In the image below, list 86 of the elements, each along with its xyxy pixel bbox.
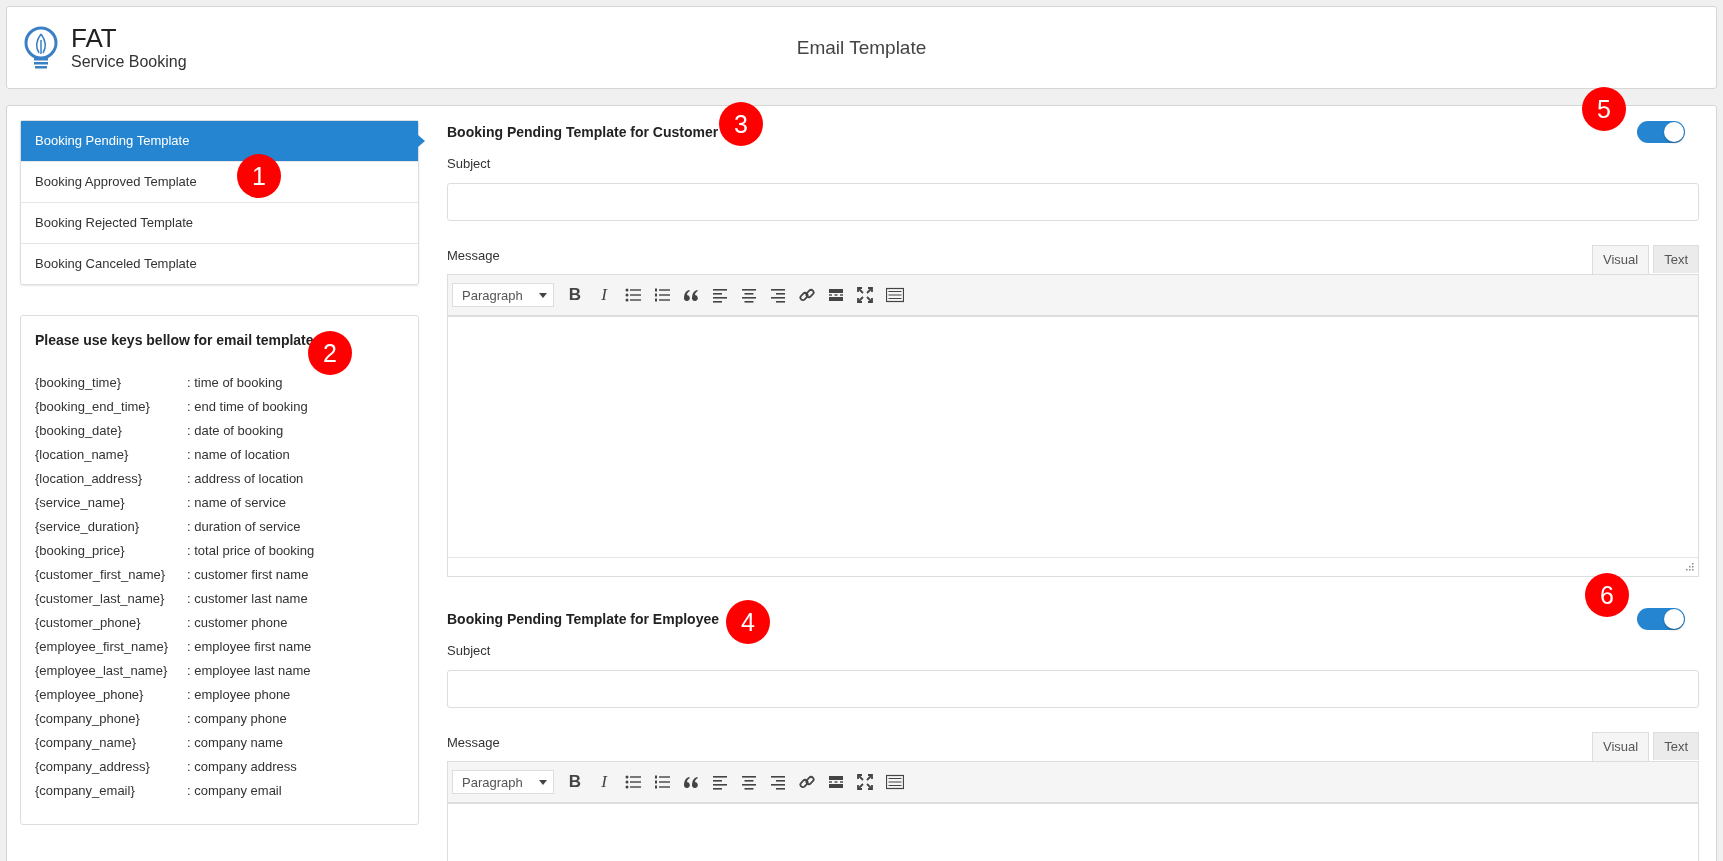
key-description: : name of service: [187, 494, 286, 510]
bullet-list-icon[interactable]: [625, 287, 641, 303]
read-more-icon[interactable]: [828, 774, 844, 790]
template-key: {customer_last_name}: [35, 590, 187, 606]
align-left-icon[interactable]: [712, 774, 728, 790]
key-description: : company phone: [187, 710, 287, 726]
template-key: {company_address}: [35, 758, 187, 774]
template-key: {customer_phone}: [35, 614, 187, 630]
bold-button[interactable]: B: [567, 774, 583, 790]
fullscreen-icon[interactable]: [857, 287, 873, 303]
template-key: {company_name}: [35, 734, 187, 750]
key-description: : duration of service: [187, 518, 301, 534]
template-key: {customer_first_name}: [35, 566, 187, 582]
keyboard-icon[interactable]: [886, 287, 904, 303]
format-dropdown[interactable]: Paragraph: [452, 283, 554, 307]
key-description: : customer first name: [187, 566, 309, 582]
template-key: {location_address}: [35, 470, 187, 486]
template-key: {booking_end_time}: [35, 398, 187, 414]
format-dropdown[interactable]: Paragraph: [452, 770, 554, 794]
numbered-list-icon[interactable]: [654, 774, 670, 790]
template-key: {booking_date}: [35, 422, 187, 438]
key-description: : company email: [187, 782, 282, 798]
template-key: {booking_time}: [35, 374, 187, 390]
key-description: : name of location: [187, 446, 290, 462]
align-right-icon[interactable]: [770, 774, 786, 790]
key-description: : company address: [187, 758, 297, 774]
template-key: {location_name}: [35, 446, 187, 462]
selection-pointer-icon: [418, 135, 425, 147]
italic-button[interactable]: I: [596, 774, 612, 790]
align-center-icon[interactable]: [741, 774, 757, 790]
quote-icon[interactable]: [683, 287, 699, 303]
key-description: : total price of booking: [187, 542, 315, 558]
key-description: : employee last name: [187, 662, 311, 678]
caret-icon: [539, 779, 547, 785]
resize-grip-icon[interactable]: [1686, 563, 1694, 571]
editor-tab[interactable]: Text: [1653, 245, 1699, 273]
key-description: : date of booking: [187, 422, 284, 438]
numbered-list-icon[interactable]: [654, 287, 670, 303]
align-left-icon[interactable]: [712, 287, 728, 303]
key-description: : address of location: [187, 470, 304, 486]
logo-subtitle: Service Booking: [71, 51, 187, 72]
key-description: : end time of booking: [187, 398, 308, 414]
key-description: : employee first name: [187, 638, 312, 654]
section-title: Booking Pending Template for Employee: [447, 611, 719, 627]
fullscreen-icon[interactable]: [857, 774, 873, 790]
editor-tab[interactable]: Text: [1653, 732, 1699, 760]
template-key: {service_duration}: [35, 518, 187, 534]
template-key: {company_email}: [35, 782, 187, 798]
template-menu-item[interactable]: Booking Rejected Template: [21, 202, 418, 243]
key-description: : customer phone: [187, 614, 288, 630]
template-key: {company_phone}: [35, 710, 187, 726]
template-menu-item[interactable]: Booking Canceled Template: [21, 243, 418, 284]
key-description: : company name: [187, 734, 284, 750]
message-label: Message: [447, 247, 500, 265]
subject-input-field[interactable]: [447, 670, 1699, 708]
bullet-list-icon[interactable]: [625, 774, 641, 790]
bold-button[interactable]: B: [567, 287, 583, 303]
italic-button[interactable]: I: [596, 287, 612, 303]
editor-tab[interactable]: Visual: [1591, 732, 1650, 761]
align-right-icon[interactable]: [770, 287, 786, 303]
read-more-icon[interactable]: [828, 287, 844, 303]
link-icon[interactable]: [799, 774, 815, 790]
key-description: : customer last name: [187, 590, 308, 606]
template-key: {service_name}: [35, 494, 187, 510]
editor-tab[interactable]: Visual: [1591, 245, 1650, 274]
link-icon[interactable]: [799, 287, 815, 303]
subject-label: Subject: [447, 155, 491, 173]
toggle-switch[interactable]: [1637, 608, 1685, 630]
template-key: {employee_first_name}: [35, 638, 187, 654]
caret-icon: [539, 292, 547, 298]
section-title: Booking Pending Template for Customer: [447, 124, 719, 140]
toggle-switch[interactable]: [1637, 121, 1685, 143]
key-description: : employee phone: [187, 686, 291, 702]
subject-label: Subject: [447, 642, 491, 660]
keys-card-title: Please use keys bellow for email template: [35, 332, 315, 348]
keyboard-icon[interactable]: [886, 774, 904, 790]
logo-title: FAT: [71, 23, 118, 52]
template-key: {employee_phone}: [35, 686, 187, 702]
message-label: Message: [447, 734, 500, 752]
quote-icon[interactable]: [683, 774, 699, 790]
template-key: {employee_last_name}: [35, 662, 187, 678]
subject-input-field[interactable]: [447, 183, 1699, 221]
template-key: {booking_price}: [35, 542, 187, 558]
page-title: Email Template: [796, 36, 927, 59]
key-description: : time of booking: [187, 374, 283, 390]
align-center-icon[interactable]: [741, 287, 757, 303]
